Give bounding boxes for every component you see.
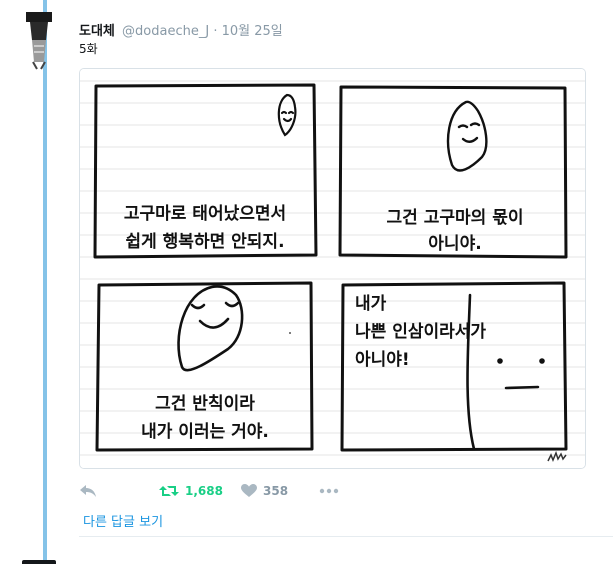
tweet-actions: 1,688 358 [79,481,399,501]
panel-4-line-3: 아니야! [355,350,410,370]
panel-1-line-1: 고구마로 태어났으면서 [124,204,286,224]
separator-dot: · [213,24,218,39]
retweet-count: 1,688 [185,484,223,498]
divider [79,536,613,537]
like-button[interactable]: 358 [241,481,288,501]
retweet-icon [159,486,179,496]
panel-4-line-1: 내가 [355,294,387,314]
panel-4-line-2: 나쁜 인삼이라서가 [355,322,486,342]
heart-icon [241,484,257,497]
tweet-text: 5화 [79,42,98,56]
comic-image: 고구마로 태어났으면서 쉽게 행복하면 안되지. 그건 고구마의 몫이 아니야.… [80,69,585,468]
next-tweet-header [84,559,124,564]
more-replies-link[interactable]: 다른 답글 보기 [83,511,163,530]
timestamp[interactable]: 10월 25일 [222,24,283,39]
panel-1-line-2: 쉽게 행복하면 안되지. [125,232,284,252]
reply-button[interactable] [79,481,97,501]
retweet-button[interactable]: 1,688 [159,481,223,501]
display-name[interactable]: 도대체 [79,24,115,39]
avatar[interactable] [22,12,56,70]
more-button[interactable] [319,481,339,501]
panel-3-line-2: 내가 이러는 거야. [141,422,269,442]
panel-3-line-1: 그건 반칙이라 [155,394,255,414]
next-tweet-avatar[interactable] [22,560,56,564]
username[interactable]: @dodaeche_J [122,24,209,39]
more-dots-icon [319,488,339,494]
thread-line [43,0,47,564]
panel-2-line-2: 아니야. [428,234,481,254]
tweet-header: 도대체 @dodaeche_J · 10월 25일 [79,20,283,39]
panel-2-line-1: 그건 고구마의 몫이 [387,208,524,228]
like-count: 358 [263,484,289,498]
reply-icon [80,485,96,497]
media-card[interactable]: 고구마로 태어났으면서 쉽게 행복하면 안되지. 그건 고구마의 몫이 아니야.… [79,68,586,469]
